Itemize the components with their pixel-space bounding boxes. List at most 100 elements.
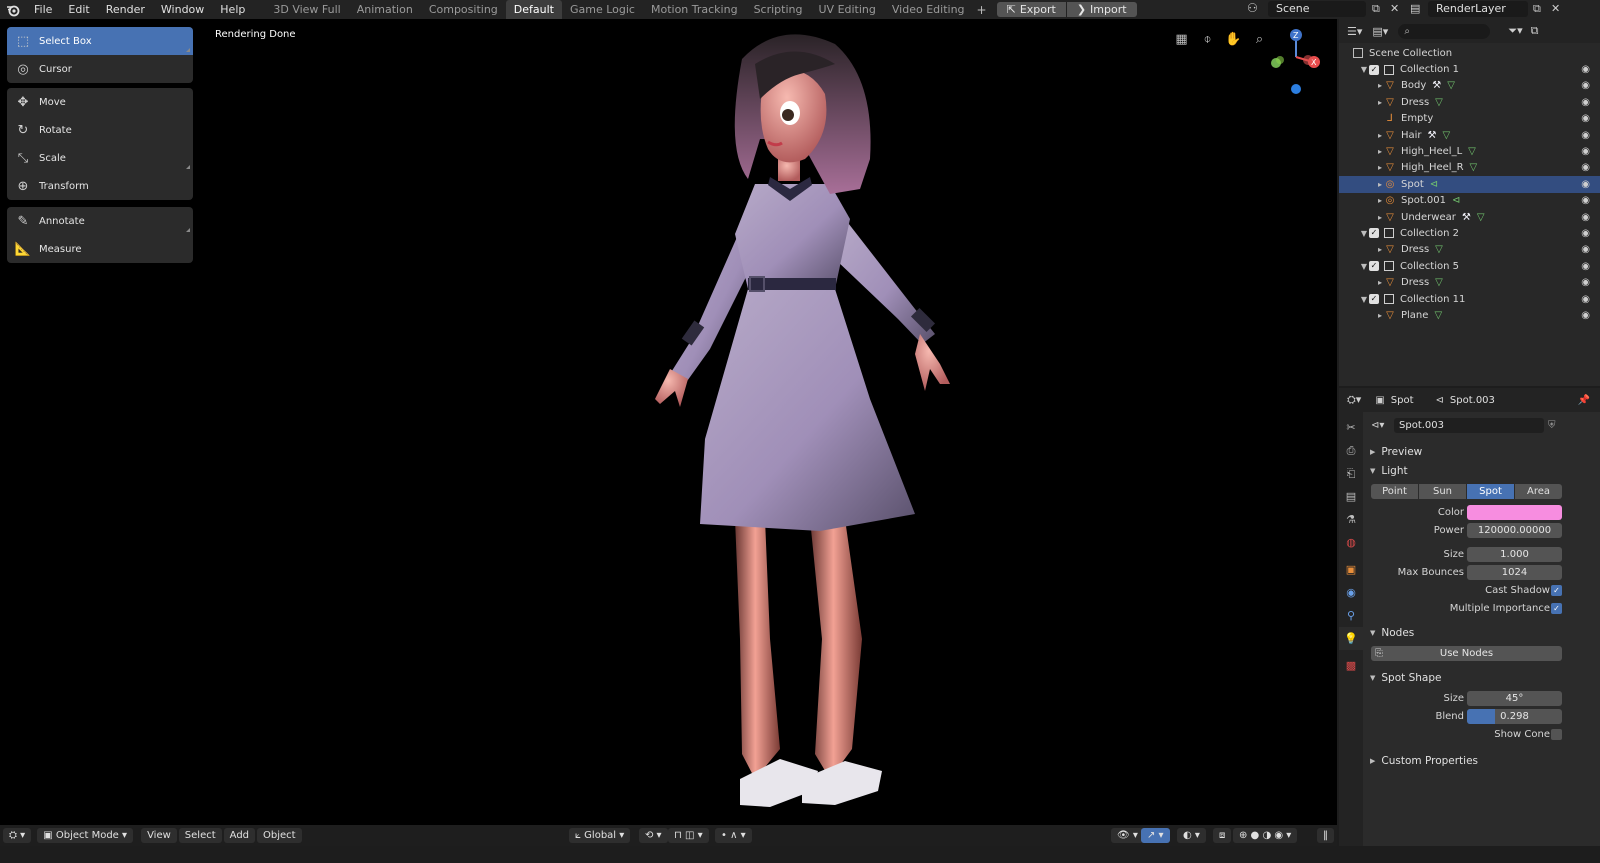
tool-transform[interactable]: ⊕ Transform <box>7 172 193 200</box>
export-button[interactable]: ⇱ Export <box>996 2 1066 17</box>
light-browse-icon[interactable]: ⊲▾ <box>1371 420 1384 431</box>
section-spot-shape[interactable]: ▼ Spot Shape <box>1364 668 1600 687</box>
exclude-checkbox[interactable]: ✓ <box>1369 294 1379 305</box>
texture-tab-icon[interactable]: ▩ <box>1339 654 1363 677</box>
grid-view-icon[interactable]: ▦ <box>1173 31 1190 48</box>
render-tab-icon[interactable]: ⎙ <box>1339 439 1363 462</box>
menu-file[interactable]: File <box>26 0 60 19</box>
visibility-icon[interactable]: 👁 ▾ <box>1111 828 1144 843</box>
menu-select[interactable]: Select <box>178 828 222 843</box>
scene-close-icon[interactable]: ✕ <box>1390 2 1399 15</box>
outliner-collection-row[interactable]: ▼ ✓ Collection 5 ◉ <box>1339 258 1600 274</box>
outliner-scene-collection[interactable]: Scene Collection <box>1339 45 1600 61</box>
collapse-arrow-icon[interactable]: ▸ <box>1375 278 1385 287</box>
gizmo-toggle-icon[interactable]: ↗ ▾ <box>1141 828 1170 843</box>
outliner-object-row[interactable]: ▸ ▽ Dress ▽ ◉ <box>1339 94 1600 110</box>
visibility-eye-icon[interactable]: ◉ <box>1581 130 1590 141</box>
menu-edit[interactable]: Edit <box>60 0 97 19</box>
tab-motion-tracking[interactable]: Motion Tracking <box>643 0 746 19</box>
constraints-tab-icon[interactable]: ⚲ <box>1339 604 1363 627</box>
max-bounces-field[interactable]: 1024 <box>1467 564 1562 580</box>
render-layer-selector[interactable]: RenderLayer <box>1428 1 1528 17</box>
add-workspace-icon[interactable]: + <box>973 3 991 17</box>
light-type-point[interactable]: Point <box>1371 484 1418 499</box>
collapse-arrow-icon[interactable]: ▸ <box>1375 163 1385 172</box>
use-nodes-button[interactable]: ⎘ Use Nodes <box>1371 645 1562 661</box>
fake-user-icon[interactable]: ⛨ <box>1548 420 1556 431</box>
tool-select-box[interactable]: ⬚ Select Box <box>7 27 193 55</box>
scene-type-icon[interactable]: ⚇ <box>1247 1 1258 15</box>
light-data-icon[interactable]: ⊲ <box>1430 179 1438 190</box>
output-tab-icon[interactable]: ⎗ <box>1339 462 1363 485</box>
outliner-object-row[interactable]: ▸ ▽ Dress ▽ ◉ <box>1339 242 1600 258</box>
outliner-object-row[interactable]: ⅃ Empty ◉ <box>1339 111 1600 127</box>
modifier-wrench-icon[interactable]: ⚒ <box>1462 212 1471 223</box>
collapse-arrow-icon[interactable]: ▸ <box>1375 196 1385 205</box>
tool-measure[interactable]: 📐 Measure <box>7 235 193 263</box>
tab-video-editing[interactable]: Video Editing <box>884 0 973 19</box>
tab-default[interactable]: Default <box>505 0 562 19</box>
visibility-eye-icon[interactable]: ◉ <box>1581 261 1590 272</box>
modifier-wrench-icon[interactable]: ⚒ <box>1432 80 1441 91</box>
filter-icon[interactable]: ⏷▾ <box>1508 24 1522 38</box>
tab-uv-editing[interactable]: UV Editing <box>811 0 884 19</box>
outliner-object-row[interactable]: ▸ ▽ Dress ▽ ◉ <box>1339 274 1600 290</box>
outliner-collection-row[interactable]: ▼ ✓ Collection 1 ◉ <box>1339 61 1600 77</box>
exclude-checkbox[interactable]: ✓ <box>1369 261 1379 272</box>
3d-viewport[interactable]: Rendering Done ⬚ Select Box ◎ Cursor ✥ M… <box>0 19 1337 846</box>
tab-game-logic[interactable]: Game Logic <box>562 0 643 19</box>
menu-help[interactable]: Help <box>212 0 253 19</box>
visibility-eye-icon[interactable]: ◉ <box>1581 113 1590 124</box>
render-layer-icon[interactable]: ▤ <box>1410 2 1420 15</box>
exclude-checkbox[interactable]: ✓ <box>1369 228 1379 239</box>
outliner-editor-icon[interactable]: ☰▾ <box>1347 25 1362 38</box>
visibility-eye-icon[interactable]: ◉ <box>1581 195 1590 206</box>
visibility-eye-icon[interactable]: ◉ <box>1581 97 1590 108</box>
layer-close-icon[interactable]: ✕ <box>1551 2 1560 15</box>
outliner-object-row[interactable]: ▸ ◎ Spot.001 ⊲ ◉ <box>1339 193 1600 209</box>
collapse-arrow-icon[interactable]: ▸ <box>1375 180 1385 189</box>
blend-slider[interactable]: 0.298 <box>1467 708 1562 724</box>
tool-rotate[interactable]: ↻ Rotate <box>7 116 193 144</box>
mode-selector[interactable]: ▣ Object Mode ▾ <box>37 828 134 843</box>
display-mode-icon[interactable]: ▤▾ <box>1372 25 1388 38</box>
light-data-icon[interactable]: ⊲ <box>1452 195 1460 206</box>
tab-scripting[interactable]: Scripting <box>746 0 811 19</box>
menu-render[interactable]: Render <box>98 0 153 19</box>
tool-move[interactable]: ✥ Move <box>7 88 193 116</box>
visibility-eye-icon[interactable]: ◉ <box>1581 244 1590 255</box>
pin-icon[interactable]: 📌 <box>1578 395 1590 406</box>
show-cone-checkbox[interactable] <box>1551 728 1562 740</box>
editor-type-button[interactable]: ⛭ ▾ <box>3 828 32 843</box>
tab-compositing[interactable]: Compositing <box>421 0 506 19</box>
light-data-tab-icon[interactable]: 💡 <box>1339 627 1363 650</box>
tool-cursor[interactable]: ◎ Cursor <box>7 55 193 83</box>
section-light[interactable]: ▼ Light <box>1364 461 1600 480</box>
expand-arrow-icon[interactable]: ▼ <box>1359 295 1369 304</box>
properties-editor-icon[interactable]: ⛭▾ <box>1347 393 1361 407</box>
menu-view[interactable]: View <box>141 828 177 843</box>
mesh-data-icon[interactable]: ▽ <box>1468 146 1476 157</box>
expand-arrow-icon[interactable]: ▼ <box>1359 262 1369 271</box>
new-scene-icon[interactable]: ⧉ <box>1372 2 1380 16</box>
mesh-data-icon[interactable]: ▽ <box>1447 80 1455 91</box>
pan-hand-icon[interactable]: ✋ <box>1225 31 1242 48</box>
cast-shadow-checkbox[interactable]: ✓ <box>1551 584 1562 596</box>
outliner-object-row[interactable]: ▸ ▽ Underwear ⚒ ▽ ◉ <box>1339 209 1600 225</box>
outliner-object-row[interactable]: ▸ ▽ Plane ▽ ◉ <box>1339 307 1600 323</box>
collapse-arrow-icon[interactable]: ▸ <box>1375 213 1385 222</box>
proportional-edit-icon[interactable]: • ∧ ▾ <box>715 828 752 843</box>
tool-scale[interactable]: ⤡ Scale <box>7 144 193 172</box>
tool-annotate[interactable]: ✎ Annotate <box>7 207 193 235</box>
menu-window[interactable]: Window <box>153 0 212 19</box>
tool-tab-icon[interactable]: ✂ <box>1339 416 1363 439</box>
snap-icon[interactable]: ⊓ ◫ ▾ <box>668 828 709 843</box>
visibility-eye-icon[interactable]: ◉ <box>1581 212 1590 223</box>
mesh-data-icon[interactable]: ▽ <box>1470 162 1478 173</box>
outliner-object-row[interactable]: ▸ ▽ Body ⚒ ▽ ◉ <box>1339 78 1600 94</box>
tab-animation[interactable]: Animation <box>349 0 421 19</box>
mesh-data-icon[interactable]: ▽ <box>1434 310 1442 321</box>
pause-icon[interactable]: ‖ <box>1317 828 1334 843</box>
collapse-arrow-icon[interactable]: ▸ <box>1375 131 1385 140</box>
scene-tab-icon[interactable]: ⚗ <box>1339 508 1363 531</box>
